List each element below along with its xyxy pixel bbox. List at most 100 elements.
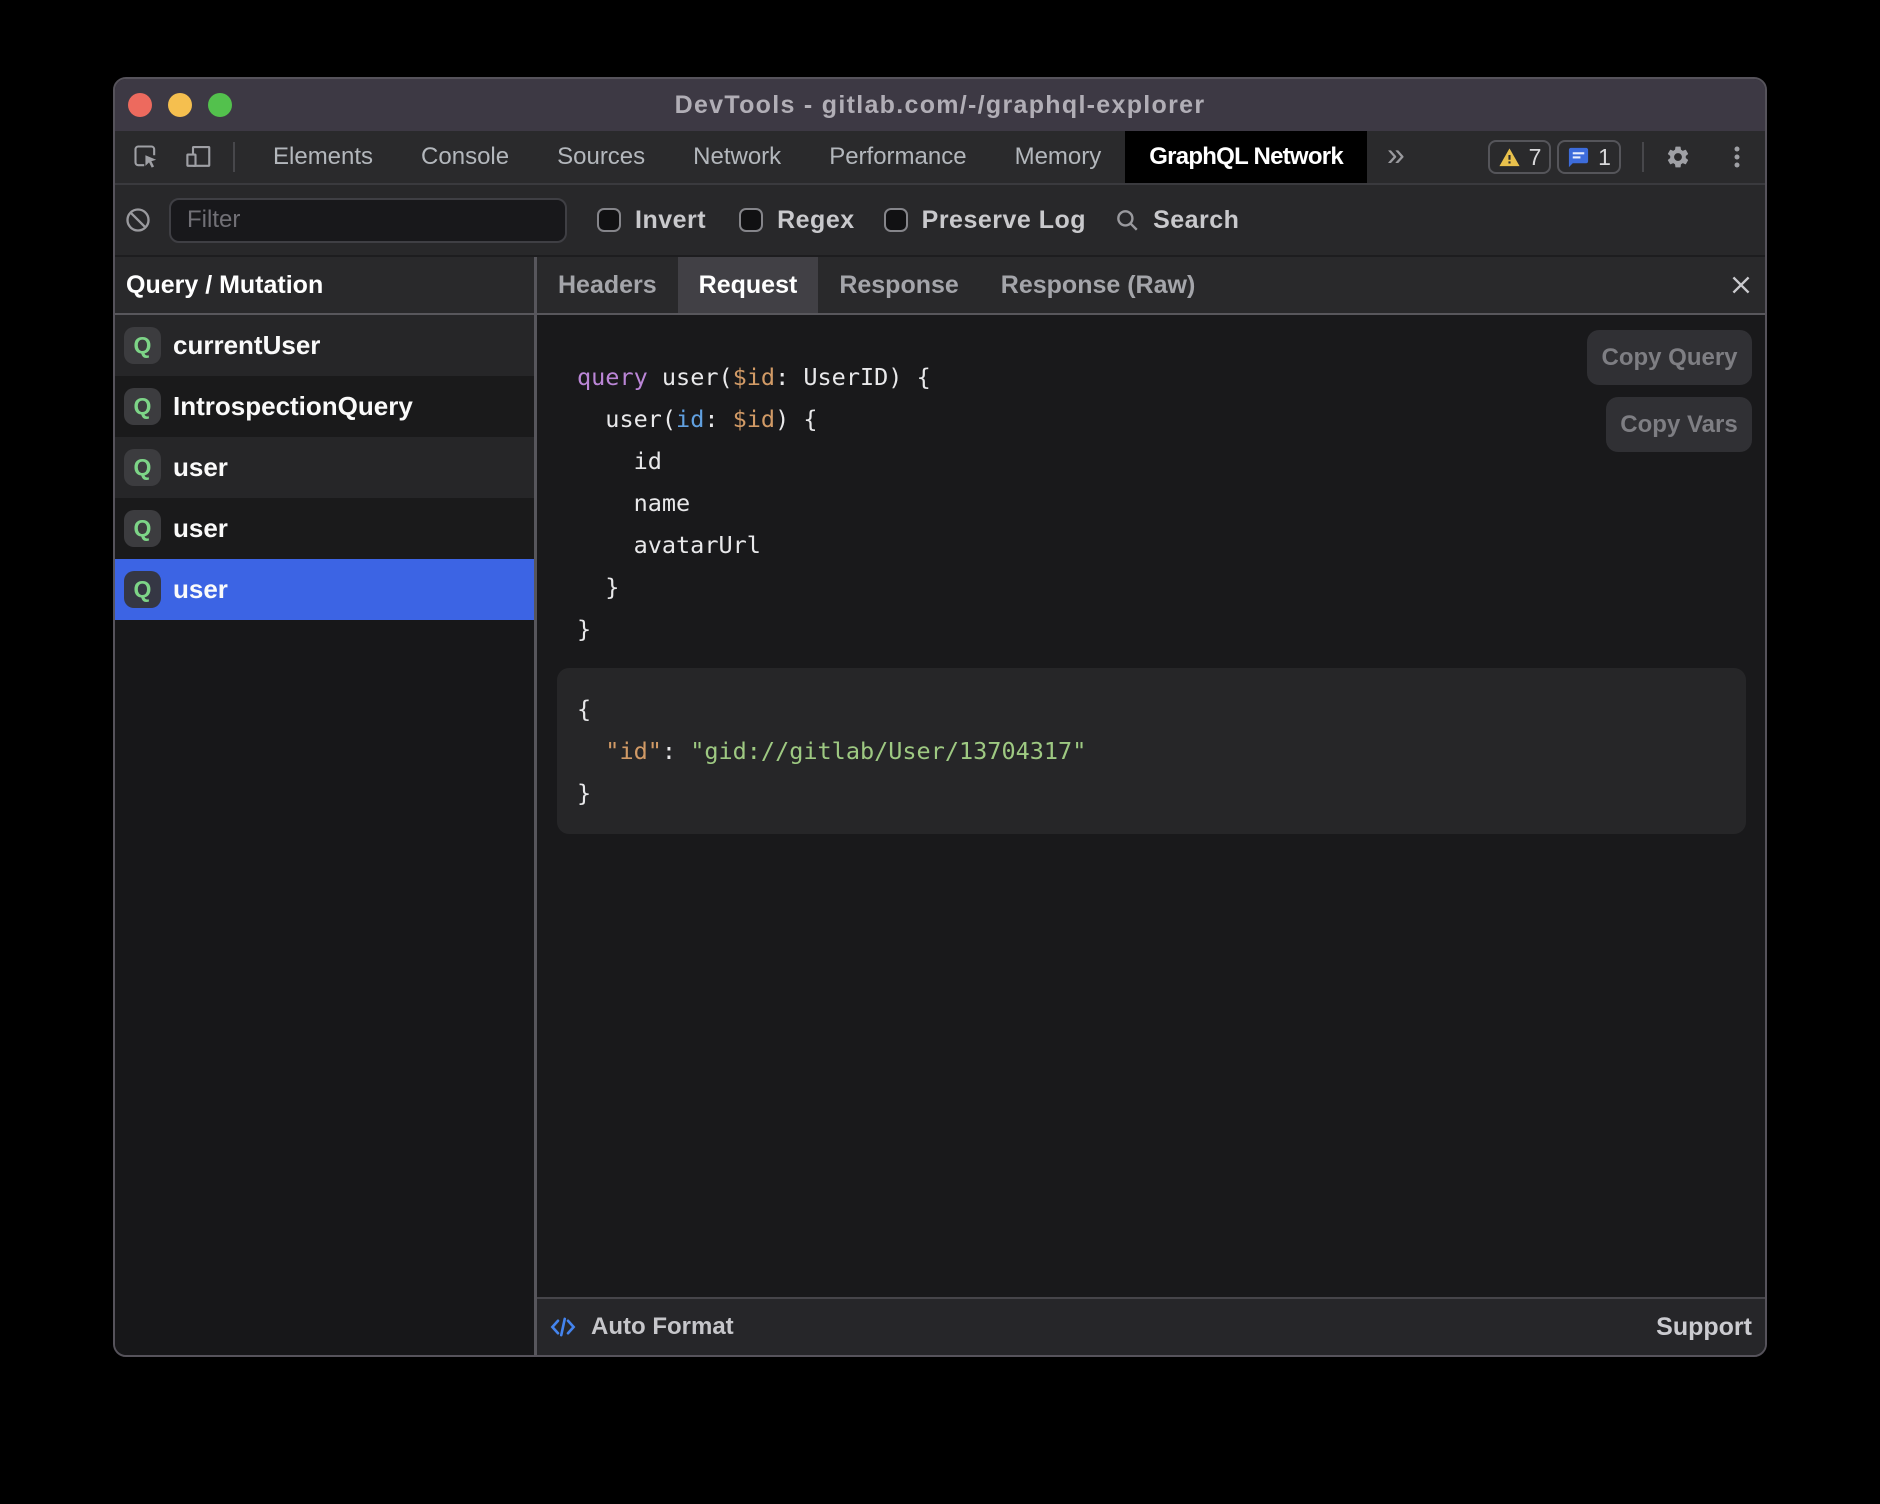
copy-query-button[interactable]: Copy Query xyxy=(1587,330,1752,385)
request-query-code: query user($id: UserID) { user(id: $id) … xyxy=(537,315,1765,650)
auto-format-label[interactable]: Auto Format xyxy=(591,1313,734,1341)
invert-checkbox-group[interactable]: Invert xyxy=(597,206,706,235)
query-list-panel: Query / Mutation QcurrentUserQIntrospect… xyxy=(115,257,534,1355)
query-list-item[interactable]: Quser xyxy=(115,559,534,620)
invert-label: Invert xyxy=(635,206,706,235)
code-token-str: "gid://gitlab/User/13704317" xyxy=(690,737,1086,765)
inspect-element-icon[interactable] xyxy=(129,140,163,174)
query-list-item[interactable]: Quser xyxy=(115,437,534,498)
warnings-count: 7 xyxy=(1529,144,1542,171)
code-token-var: $id xyxy=(733,405,775,433)
main-area: Query / Mutation QcurrentUserQIntrospect… xyxy=(115,257,1765,1355)
devtools-window: DevTools - gitlab.com/-/graphql-explorer… xyxy=(113,77,1767,1357)
copy-vars-button[interactable]: Copy Vars xyxy=(1606,397,1752,452)
devtools-tabbar: Elements Console Sources Network Perform… xyxy=(115,131,1765,185)
issues-badge[interactable]: 1 xyxy=(1557,140,1621,174)
code-token-var: $id xyxy=(733,363,775,391)
request-content: query user($id: UserID) { user(id: $id) … xyxy=(537,315,1765,1297)
query-type-badge: Q xyxy=(124,571,161,608)
code-token-pl: } xyxy=(577,779,591,807)
detail-tab-response-raw[interactable]: Response (Raw) xyxy=(980,257,1216,313)
auto-format-icon xyxy=(548,1312,578,1342)
tab-graphql-network[interactable]: GraphQL Network xyxy=(1125,131,1367,183)
preserve-log-label: Preserve Log xyxy=(922,206,1086,235)
code-line: id xyxy=(577,440,1765,482)
query-list-item[interactable]: Quser xyxy=(115,498,534,559)
warnings-badge[interactable]: 7 xyxy=(1488,140,1551,174)
query-type-badge: Q xyxy=(124,388,161,425)
search-label: Search xyxy=(1153,206,1239,235)
code-token-pl xyxy=(577,737,605,765)
query-list-item[interactable]: QcurrentUser xyxy=(115,315,534,376)
invert-checkbox[interactable] xyxy=(597,208,621,232)
titlebar: DevTools - gitlab.com/-/graphql-explorer xyxy=(115,79,1765,131)
query-type-badge: Q xyxy=(124,510,161,547)
tab-elements[interactable]: Elements xyxy=(249,131,397,183)
code-token-prop: id xyxy=(676,405,704,433)
preserve-log-checkbox[interactable] xyxy=(884,208,908,232)
code-line: } xyxy=(577,608,1765,650)
query-type-badge: Q xyxy=(124,449,161,486)
code-line: name xyxy=(577,482,1765,524)
detail-tab-response[interactable]: Response xyxy=(818,257,979,313)
search-group[interactable]: Search xyxy=(1114,206,1239,235)
preserve-log-checkbox-group[interactable]: Preserve Log xyxy=(884,206,1086,235)
search-icon xyxy=(1114,207,1140,233)
regex-checkbox[interactable] xyxy=(739,208,763,232)
detail-tab-request[interactable]: Request xyxy=(678,257,819,313)
more-tabs-chevron-icon[interactable]: » xyxy=(1367,136,1405,178)
code-token-var: "id" xyxy=(605,737,662,765)
query-list-item-label: currentUser xyxy=(173,330,320,361)
code-token-pl: avatarUrl xyxy=(577,531,761,559)
detail-tabbar: HeadersRequestResponseResponse (Raw) xyxy=(537,257,1765,315)
filter-toolbar: Invert Regex Preserve Log Search xyxy=(115,185,1765,257)
tab-performance[interactable]: Performance xyxy=(805,131,990,183)
code-line: avatarUrl xyxy=(577,524,1765,566)
query-list-item-label: user xyxy=(173,574,228,605)
code-token-pl: user( xyxy=(648,363,733,391)
device-toolbar-icon[interactable] xyxy=(181,140,215,174)
tab-console[interactable]: Console xyxy=(397,131,533,183)
toolbar-divider xyxy=(1642,142,1644,172)
code-token-pl: : xyxy=(704,405,732,433)
code-line: } xyxy=(577,566,1765,608)
code-line: } xyxy=(577,772,1746,814)
clear-filter-icon[interactable] xyxy=(121,206,155,234)
code-line: { xyxy=(577,688,1746,730)
code-token-pl: : xyxy=(662,737,690,765)
code-token-pl: id xyxy=(577,447,662,475)
settings-gear-icon[interactable] xyxy=(1661,140,1695,174)
query-list-item-label: IntrospectionQuery xyxy=(173,391,413,422)
query-list-header: Query / Mutation xyxy=(115,257,534,315)
code-token-pl: { xyxy=(577,695,591,723)
close-detail-icon[interactable] xyxy=(1728,272,1754,298)
code-token-pl: } xyxy=(577,615,591,643)
detail-tab-headers[interactable]: Headers xyxy=(537,257,678,313)
issues-count: 1 xyxy=(1598,144,1611,171)
window-title: DevTools - gitlab.com/-/graphql-explorer xyxy=(115,91,1765,120)
query-list-item-label: user xyxy=(173,452,228,483)
query-list-item-label: user xyxy=(173,513,228,544)
warning-icon xyxy=(1498,146,1521,169)
regex-label: Regex xyxy=(777,206,855,235)
tab-network[interactable]: Network xyxy=(669,131,805,183)
more-options-kebab-icon[interactable] xyxy=(1720,140,1754,174)
query-list: QcurrentUserQIntrospectionQueryQuserQuse… xyxy=(115,315,534,620)
detail-tabs: HeadersRequestResponseResponse (Raw) xyxy=(537,257,1728,313)
filter-input[interactable] xyxy=(169,198,567,243)
code-line: "id": "gid://gitlab/User/13704317" xyxy=(577,730,1746,772)
tab-memory[interactable]: Memory xyxy=(991,131,1126,183)
code-token-pl: name xyxy=(577,489,690,517)
detail-footer: Auto Format Support xyxy=(537,1297,1765,1355)
query-list-item[interactable]: Q IntrospectionQuery xyxy=(115,376,534,437)
regex-checkbox-group[interactable]: Regex xyxy=(739,206,855,235)
request-detail-panel: HeadersRequestResponseResponse (Raw) que… xyxy=(537,257,1765,1355)
message-icon xyxy=(1567,146,1590,169)
code-token-pl: } xyxy=(577,573,619,601)
query-type-badge: Q xyxy=(124,327,161,364)
support-link[interactable]: Support xyxy=(1656,1313,1752,1342)
tab-sources[interactable]: Sources xyxy=(533,131,669,183)
code-token-pl: ) { xyxy=(775,405,817,433)
code-token-pl: : UserID) { xyxy=(775,363,931,391)
toolbar-divider xyxy=(233,142,235,172)
